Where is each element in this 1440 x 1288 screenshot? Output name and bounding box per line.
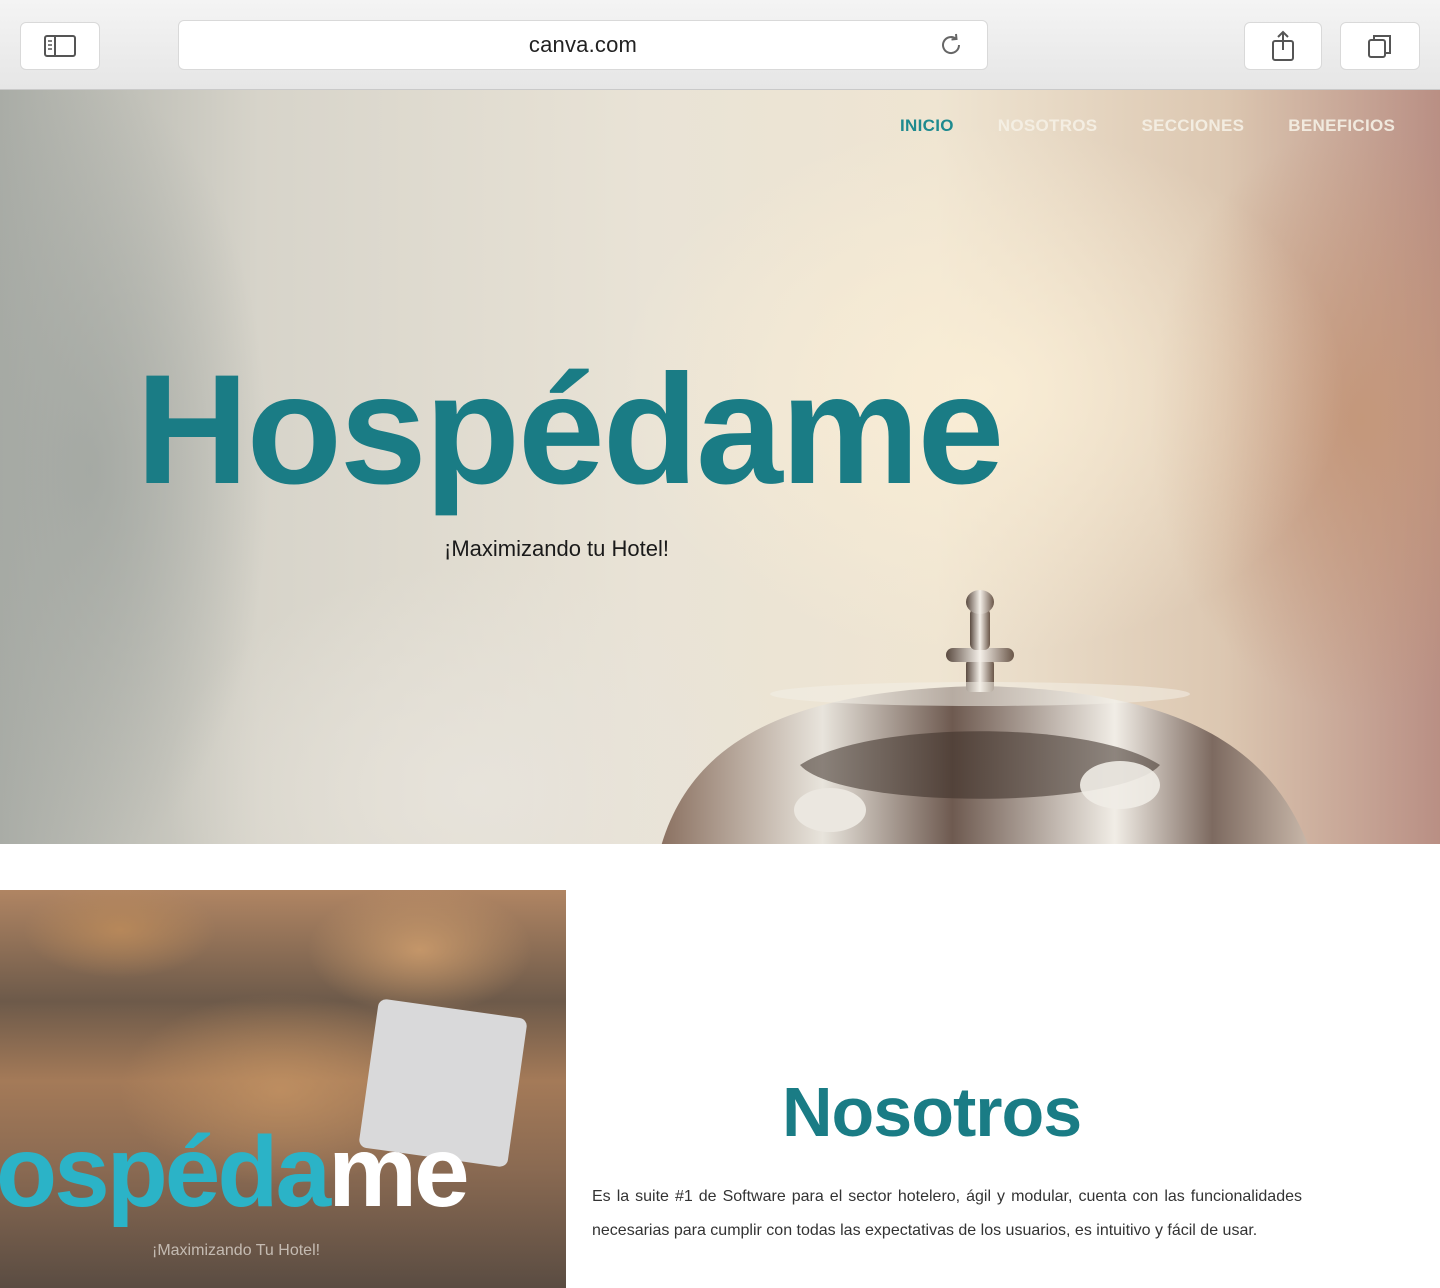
reload-icon[interactable] — [937, 31, 965, 59]
address-bar[interactable]: canva.com — [178, 20, 988, 70]
sidebar-toggle-button[interactable] — [20, 22, 100, 70]
service-bell-image — [661, 590, 1308, 844]
tabs-button[interactable] — [1340, 22, 1420, 70]
share-button[interactable] — [1244, 22, 1322, 70]
url-text: canva.com — [528, 32, 638, 57]
nav-item-nosotros[interactable]: NOSOTROS — [998, 116, 1098, 136]
nav-item-secciones[interactable]: SECCIONES — [1141, 116, 1244, 136]
about-title: Nosotros — [782, 1073, 1082, 1151]
main-nav: INICIO NOSOTROS SECCIONES BENEFICIOS — [900, 116, 1439, 136]
nav-item-beneficios[interactable]: BENEFICIOS — [1288, 116, 1395, 136]
hero-subtitle: ¡Maximizando tu Hotel! — [444, 536, 669, 561]
promo-image: ospédame ¡Maximizando Tu Hotel! — [0, 890, 566, 1288]
about-text: Es la suite #1 de Software para el secto… — [592, 1188, 1302, 1239]
share-icon — [1272, 30, 1294, 61]
browser-toolbar: canva.com — [0, 0, 1440, 90]
promo-logo-main: ospéda — [0, 1116, 331, 1228]
hero-section: INICIO NOSOTROS SECCIONES BENEFICIOS Hos… — [0, 90, 1440, 844]
promo-logo: ospédame — [0, 1122, 470, 1222]
tabs-icon — [1368, 35, 1391, 58]
hero-title: Hospédame — [136, 343, 1004, 517]
nav-item-inicio[interactable]: INICIO — [900, 116, 954, 136]
promo-tagline: ¡Maximizando Tu Hotel! — [152, 1242, 321, 1259]
sidebar-icon — [44, 35, 76, 57]
promo-logo-end: me — [328, 1116, 470, 1228]
